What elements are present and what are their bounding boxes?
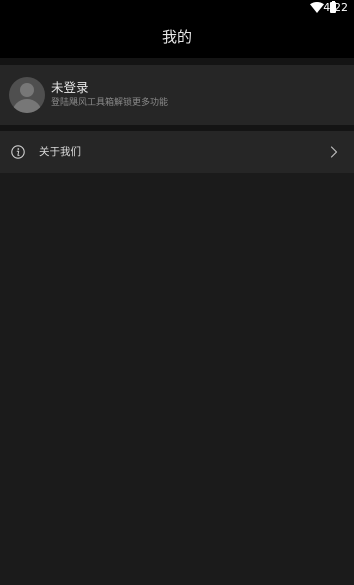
- avatar-body-shape: [12, 99, 42, 113]
- app-bar: 我的: [0, 16, 354, 58]
- menu-item-about-us[interactable]: 关于我们: [0, 131, 354, 173]
- login-profile-card[interactable]: 未登录 登陆飓风工具箱解锁更多功能: [0, 65, 354, 125]
- status-bar: 4:22: [0, 0, 354, 16]
- section-divider: [0, 58, 354, 65]
- chevron-right-icon: [330, 146, 338, 158]
- wifi-icon: [310, 2, 324, 13]
- menu-item-label: 关于我们: [39, 146, 81, 158]
- avatar-head-shape: [20, 83, 34, 97]
- login-hint-text: 登陆飓风工具箱解锁更多功能: [51, 98, 169, 108]
- profile-screen: 4:22 我的 未登录 登陆飓风工具箱解锁更多功能 关于我们: [0, 0, 354, 585]
- status-time: 4:22: [323, 1, 348, 14]
- login-status-text: 未登录: [51, 80, 89, 95]
- info-icon: [11, 145, 25, 159]
- default-avatar-icon: [9, 77, 45, 113]
- page-title: 我的: [161, 28, 192, 46]
